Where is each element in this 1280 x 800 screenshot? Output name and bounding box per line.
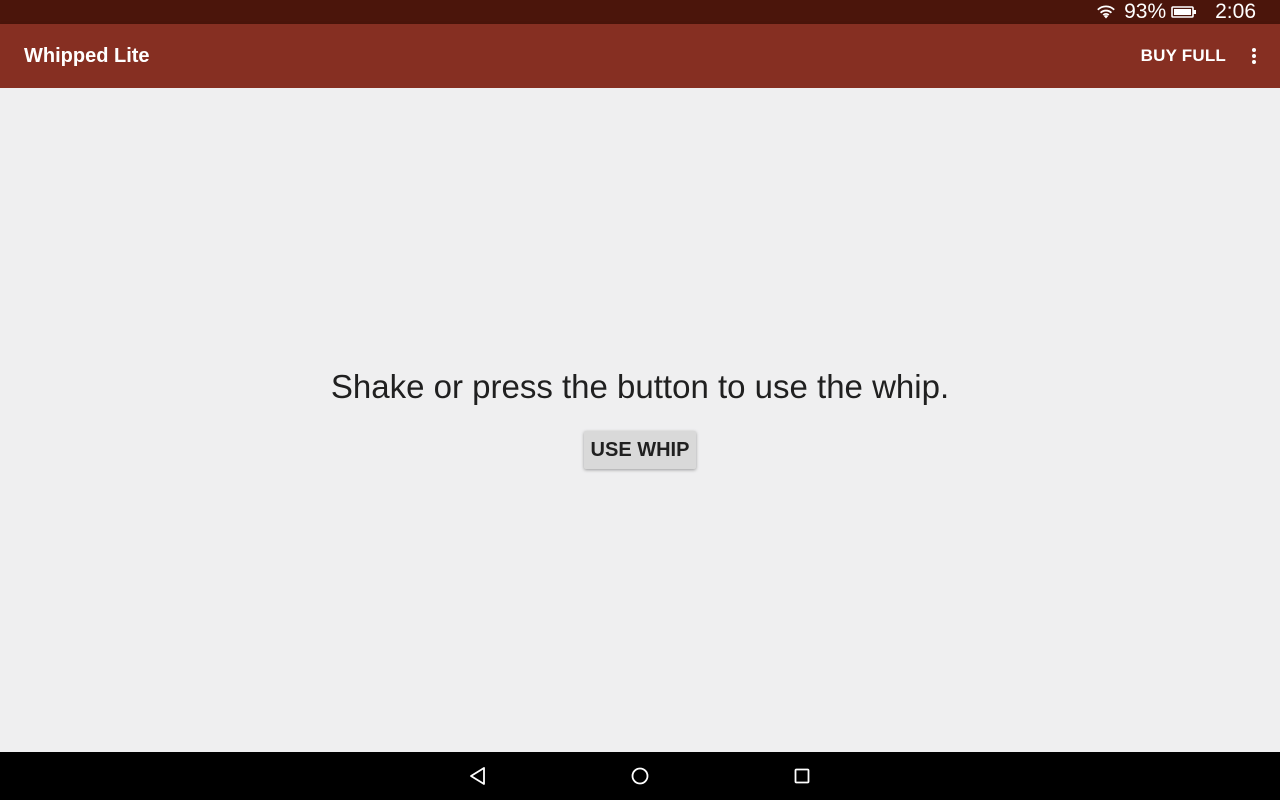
app-actions: BUY FULL bbox=[1131, 36, 1266, 76]
battery-percent: 93% bbox=[1124, 0, 1167, 23]
status-bar: 93% 2:06 bbox=[0, 0, 1280, 24]
instruction-text: Shake or press the button to use the whi… bbox=[330, 368, 950, 405]
app-bar: Whipped Lite BUY FULL bbox=[0, 24, 1280, 88]
main-content: Shake or press the button to use the whi… bbox=[0, 88, 1280, 752]
overflow-menu-button[interactable] bbox=[1242, 36, 1266, 76]
app-title: Whipped Lite bbox=[24, 44, 150, 67]
back-button[interactable] bbox=[466, 764, 490, 788]
recents-icon bbox=[794, 768, 810, 784]
wifi-icon bbox=[1097, 5, 1115, 19]
use-whip-button[interactable]: USE WHIP bbox=[584, 431, 696, 469]
clock: 2:06 bbox=[1215, 0, 1256, 23]
navigation-bar bbox=[0, 752, 1280, 800]
home-icon bbox=[631, 767, 649, 785]
buy-full-button[interactable]: BUY FULL bbox=[1131, 38, 1236, 74]
recents-button[interactable] bbox=[790, 764, 814, 788]
back-icon bbox=[470, 767, 485, 785]
more-vert-icon bbox=[1252, 48, 1256, 64]
home-button[interactable] bbox=[628, 764, 652, 788]
battery-icon bbox=[1171, 6, 1197, 18]
